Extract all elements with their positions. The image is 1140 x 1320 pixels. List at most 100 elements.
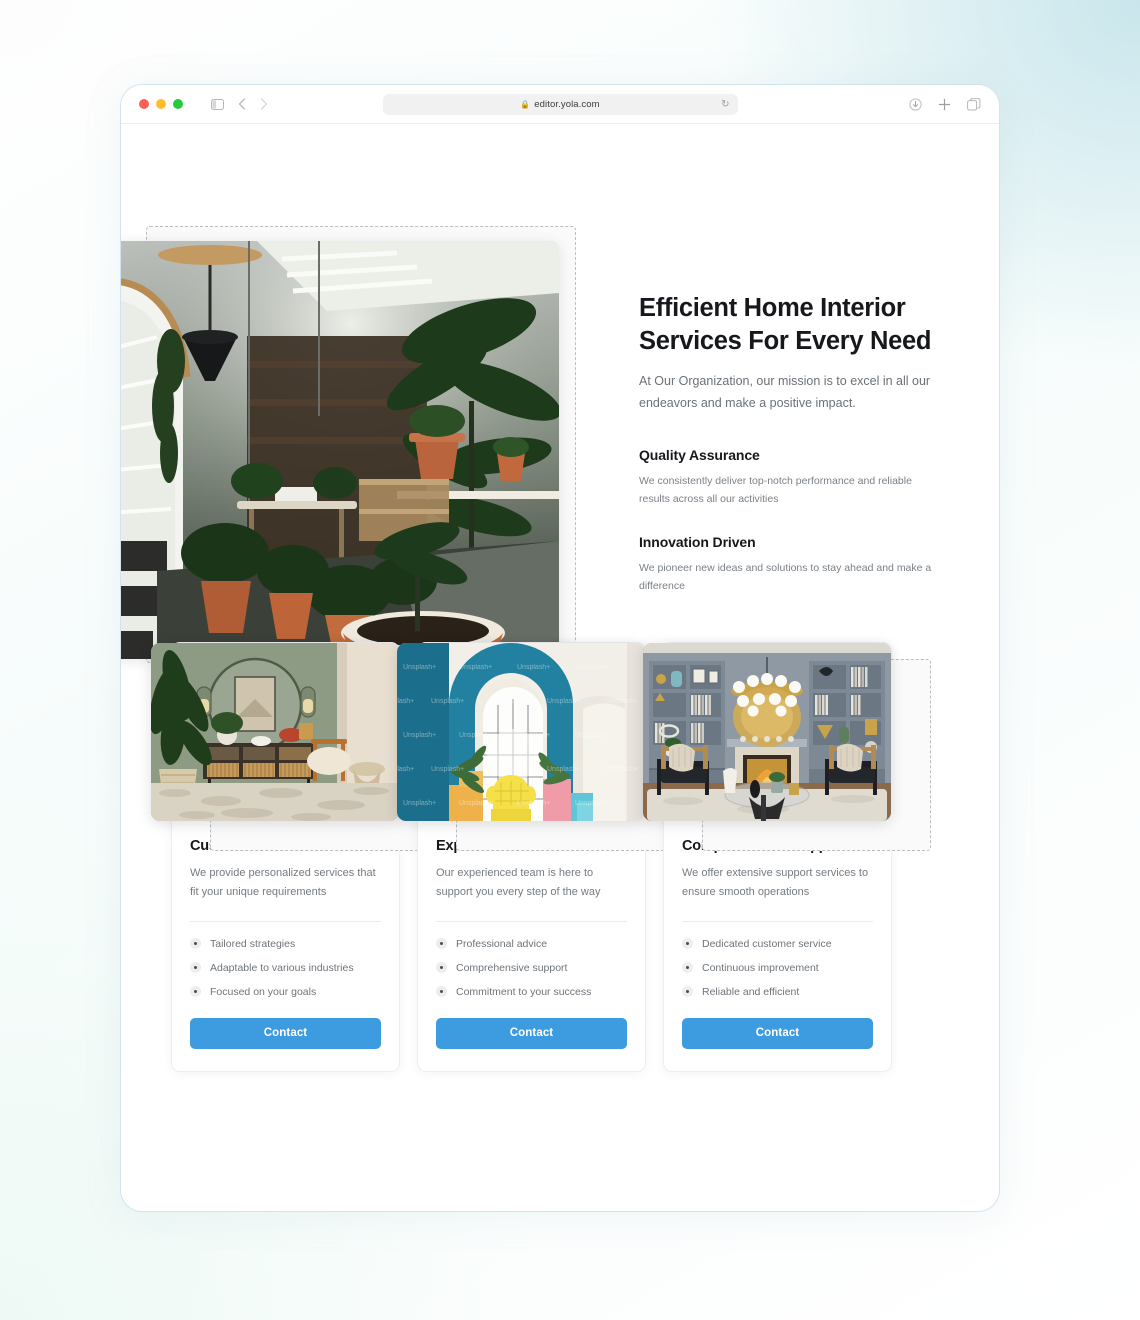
svg-text:Unsplash+: Unsplash+ bbox=[403, 800, 436, 807]
bullet-dot-icon bbox=[682, 962, 693, 973]
hero-text-block: Efficient Home Interior Services For Eve… bbox=[639, 292, 939, 595]
card-bullet-list: Tailored strategies Adaptable to various… bbox=[190, 938, 381, 998]
svg-text:Unsplash+: Unsplash+ bbox=[517, 664, 550, 671]
list-item: Tailored strategies bbox=[190, 938, 381, 950]
svg-text:Unsplash+: Unsplash+ bbox=[403, 732, 436, 739]
browser-toolbar: 🔒 editor.yola.com ↻ bbox=[121, 85, 999, 124]
bullet-label: Adaptable to various industries bbox=[210, 961, 354, 974]
list-item: Comprehensive support bbox=[436, 962, 627, 974]
divider bbox=[190, 920, 381, 922]
svg-text:Unsplash+: Unsplash+ bbox=[431, 766, 464, 773]
svg-text:Unsplash+: Unsplash+ bbox=[605, 698, 638, 705]
bullet-label: Focused on your goals bbox=[210, 985, 317, 998]
bullet-label: Professional advice bbox=[456, 937, 548, 950]
svg-text:Unsplash+: Unsplash+ bbox=[575, 664, 608, 671]
svg-text:Unsplash+: Unsplash+ bbox=[547, 766, 580, 773]
feature-innovation-driven: Innovation Driven We pioneer new ideas a… bbox=[639, 534, 939, 595]
feature-body: We pioneer new ideas and solutions to st… bbox=[639, 562, 932, 593]
address-bar-url: editor.yola.com bbox=[534, 98, 600, 110]
green-living-room-sideboard-mirror bbox=[151, 643, 399, 821]
teal-arch-yellow-chair-interior: Unsplash+ Unsplash+ Unsplash+ Unsplash+ Uns… bbox=[397, 643, 645, 821]
forward-arrow-icon[interactable] bbox=[260, 98, 268, 110]
card-bullet-list: Professional advice Comprehensive suppor… bbox=[436, 938, 627, 998]
service-card-comprehensive-support[interactable]: Comprehensive Support We offer extensive… bbox=[643, 642, 931, 1072]
bullet-label: Dedicated customer service bbox=[702, 937, 832, 950]
list-item: Dedicated customer service bbox=[682, 938, 873, 950]
svg-text:Unsplash+: Unsplash+ bbox=[517, 800, 550, 807]
card-image[interactable] bbox=[643, 643, 891, 821]
window-traffic-lights[interactable] bbox=[139, 99, 183, 109]
svg-text:Unsplash+: Unsplash+ bbox=[397, 766, 414, 773]
minimize-window-button[interactable] bbox=[156, 99, 166, 109]
divider bbox=[682, 920, 873, 922]
list-item: Commitment to your success bbox=[436, 986, 627, 998]
svg-text:Unsplash+: Unsplash+ bbox=[397, 698, 414, 705]
card-description: Our experienced team is here to support … bbox=[436, 867, 601, 899]
card-description: We offer extensive support services to e… bbox=[682, 867, 869, 899]
tab-overview-icon[interactable] bbox=[967, 97, 981, 111]
svg-text:Unsplash+: Unsplash+ bbox=[431, 698, 464, 705]
list-item: Adaptable to various industries bbox=[190, 962, 381, 974]
card-image[interactable]: Unsplash+ Unsplash+ Unsplash+ Unsplash+ Uns… bbox=[397, 643, 645, 821]
card-description: We provide personalized services that fi… bbox=[190, 867, 376, 899]
list-item: Focused on your goals bbox=[190, 986, 381, 998]
hero-subtitle: At Our Organization, our mission is to e… bbox=[639, 374, 931, 411]
page-title: Efficient Home Interior Services For Eve… bbox=[639, 294, 932, 355]
list-item: Continuous improvement bbox=[682, 962, 873, 974]
back-arrow-icon[interactable] bbox=[238, 98, 246, 110]
svg-text:Unsplash+: Unsplash+ bbox=[459, 664, 492, 671]
address-bar[interactable]: 🔒 editor.yola.com ↻ bbox=[382, 93, 738, 115]
bullet-label: Tailored strategies bbox=[210, 937, 296, 950]
feature-body: We consistently deliver top-notch perfor… bbox=[639, 475, 912, 506]
feature-heading: Innovation Driven bbox=[639, 534, 756, 551]
svg-text:Unsplash+: Unsplash+ bbox=[575, 800, 608, 807]
svg-text:Unsplash+: Unsplash+ bbox=[459, 732, 492, 739]
card-image[interactable] bbox=[151, 643, 399, 821]
list-item: Reliable and efficient bbox=[682, 986, 873, 998]
contact-button[interactable]: Contact bbox=[682, 1017, 873, 1049]
svg-text:Unsplash+: Unsplash+ bbox=[489, 766, 522, 773]
reload-icon[interactable]: ↻ bbox=[721, 99, 729, 110]
svg-text:Unsplash+: Unsplash+ bbox=[489, 698, 522, 705]
bullet-dot-icon bbox=[190, 986, 201, 997]
website-canvas: Efficient Home Interior Services For Eve… bbox=[121, 124, 999, 1211]
service-cards-section: Custom Solutions We provide personalized… bbox=[121, 642, 999, 1072]
bullet-dot-icon bbox=[436, 962, 447, 973]
card-bullet-list: Dedicated customer service Continuous im… bbox=[682, 938, 873, 998]
close-window-button[interactable] bbox=[139, 99, 149, 109]
bullet-label: Reliable and efficient bbox=[702, 985, 800, 998]
lock-icon: 🔒 bbox=[520, 99, 531, 109]
service-card-expert-guidance[interactable]: Unsplash+ Unsplash+ Unsplash+ Unsplash+ Uns… bbox=[397, 642, 685, 1072]
bullet-label: Commitment to your success bbox=[456, 985, 592, 998]
new-tab-plus-icon[interactable] bbox=[938, 98, 951, 111]
download-icon[interactable] bbox=[909, 97, 922, 111]
indoor-plants-staircase-photo bbox=[121, 241, 559, 659]
sidebar-toggle-icon[interactable] bbox=[211, 98, 224, 110]
maximize-window-button[interactable] bbox=[173, 99, 183, 109]
svg-text:Unsplash+: Unsplash+ bbox=[575, 732, 608, 739]
bullet-label: Comprehensive support bbox=[456, 961, 568, 974]
list-item: Professional advice bbox=[436, 938, 627, 950]
bullet-dot-icon bbox=[436, 986, 447, 997]
contact-button[interactable]: Contact bbox=[436, 1017, 627, 1049]
grey-bookshelf-fireplace-living-room bbox=[643, 643, 891, 821]
svg-text:Unsplash+: Unsplash+ bbox=[547, 698, 580, 705]
bullet-dot-icon bbox=[190, 962, 201, 973]
bullet-dot-icon bbox=[682, 938, 693, 949]
svg-text:Unsplash+: Unsplash+ bbox=[459, 800, 492, 807]
bullet-label: Continuous improvement bbox=[702, 961, 819, 974]
service-card-custom-solutions[interactable]: Custom Solutions We provide personalized… bbox=[151, 642, 439, 1072]
hero-section: Efficient Home Interior Services For Eve… bbox=[121, 124, 999, 663]
svg-text:Unsplash+: Unsplash+ bbox=[605, 766, 638, 773]
contact-button[interactable]: Contact bbox=[190, 1017, 381, 1049]
hero-image[interactable] bbox=[121, 241, 559, 659]
bullet-dot-icon bbox=[190, 938, 201, 949]
browser-window: 🔒 editor.yola.com ↻ Efficient Home Inter… bbox=[120, 84, 1000, 1212]
bullet-dot-icon bbox=[682, 986, 693, 997]
feature-quality-assurance: Quality Assurance We consistently delive… bbox=[639, 447, 939, 508]
svg-text:Unsplash+: Unsplash+ bbox=[403, 664, 436, 671]
divider bbox=[436, 920, 627, 922]
bullet-dot-icon bbox=[436, 938, 447, 949]
svg-text:Unsplash+: Unsplash+ bbox=[517, 732, 550, 739]
feature-heading: Quality Assurance bbox=[639, 447, 760, 463]
